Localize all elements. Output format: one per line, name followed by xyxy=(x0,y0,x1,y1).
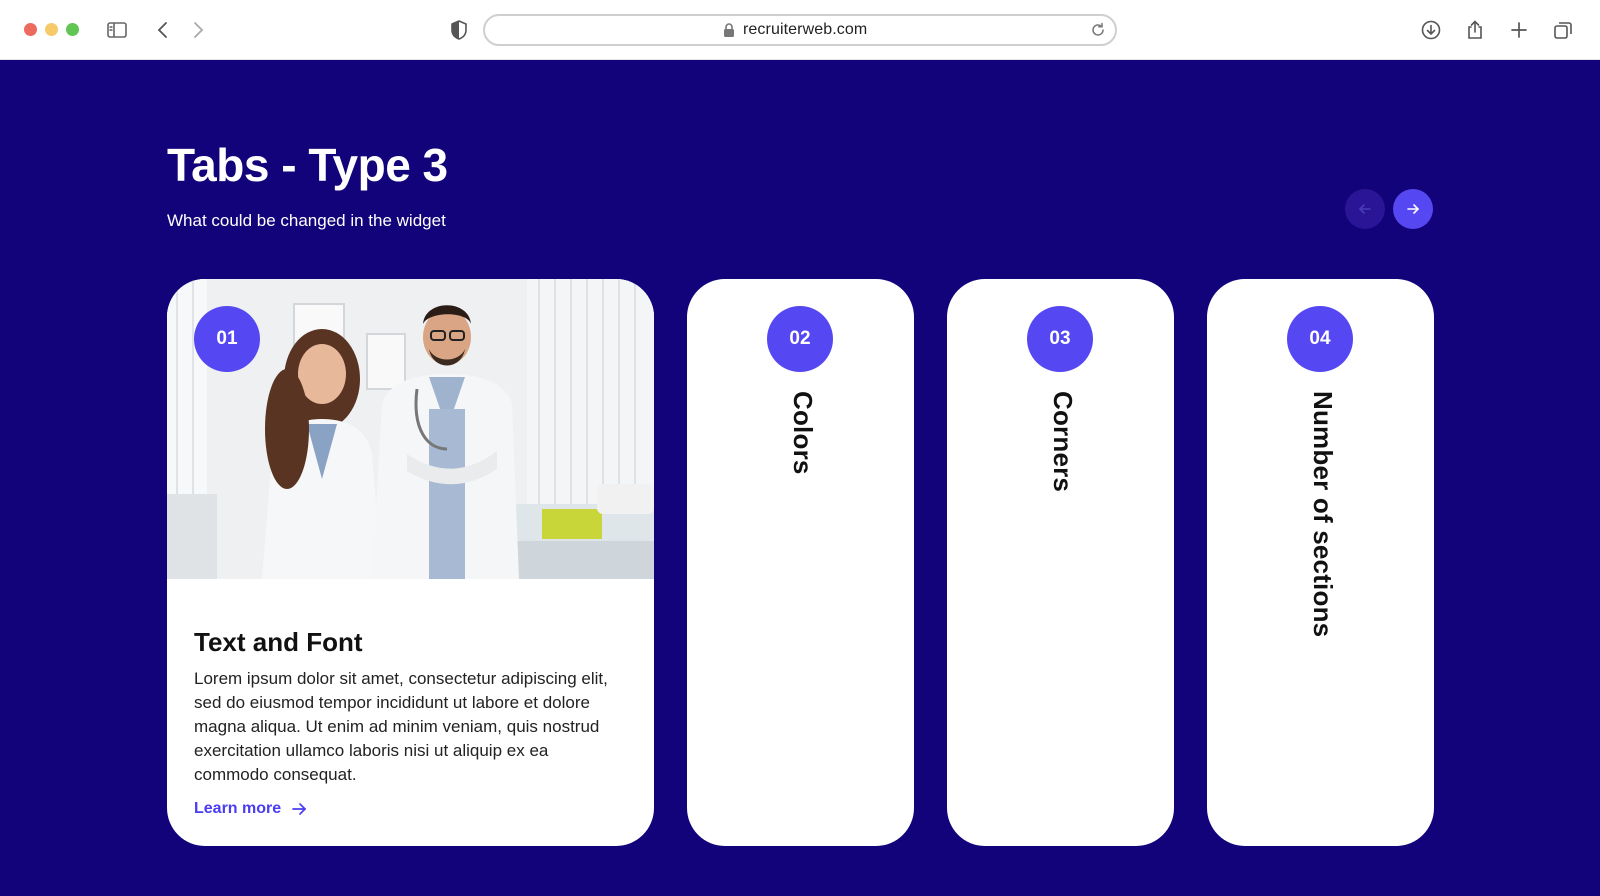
learn-more-link[interactable]: Learn more xyxy=(194,800,307,818)
arrow-right-icon xyxy=(292,803,307,815)
tab-card-number-of-sections[interactable]: 04 Number of sections xyxy=(1207,279,1434,846)
learn-more-label: Learn more xyxy=(194,800,282,817)
new-tab-icon[interactable] xyxy=(1506,17,1532,43)
tab-card-corners[interactable]: 03 Corners xyxy=(947,279,1174,846)
arrow-left-icon xyxy=(1358,204,1371,214)
reload-icon[interactable] xyxy=(1089,21,1107,39)
arrow-right-icon xyxy=(1407,204,1420,214)
tab-label-corners: Corners xyxy=(1048,391,1078,493)
tab-card-text-and-font[interactable]: 01 Text and Font Lorem ipsum dolor sit a… xyxy=(167,279,654,846)
section-title: Tabs - Type 3 xyxy=(167,139,448,191)
tab-number-badge-03: 03 xyxy=(1027,306,1093,372)
maximize-window-button[interactable] xyxy=(66,23,79,36)
previous-button[interactable] xyxy=(1345,189,1385,229)
lock-icon xyxy=(724,23,734,37)
tab-heading: Text and Font xyxy=(194,627,363,657)
close-window-button[interactable] xyxy=(24,23,37,36)
minimize-window-button[interactable] xyxy=(45,23,58,36)
tab-number-badge-04: 04 xyxy=(1287,306,1353,372)
url-text: recruiterweb.com xyxy=(743,21,868,38)
tab-card-colors[interactable]: 02 Colors xyxy=(687,279,914,846)
tab-number-badge-01: 01 xyxy=(194,306,260,372)
next-button[interactable] xyxy=(1393,189,1433,229)
section-subtitle: What could be changed in the widget xyxy=(167,211,446,230)
browser-toolbar: recruiterweb.com xyxy=(0,0,1600,60)
sidebar-toggle-icon[interactable] xyxy=(104,17,130,43)
tab-label-colors: Colors xyxy=(788,391,818,475)
share-icon[interactable] xyxy=(1462,17,1488,43)
tab-number-badge-02: 02 xyxy=(767,306,833,372)
tabs-widget-section: Tabs - Type 3 What could be changed in t… xyxy=(0,60,1600,896)
tab-overview-icon[interactable] xyxy=(1550,17,1576,43)
address-bar[interactable]: recruiterweb.com xyxy=(483,14,1117,46)
forward-icon[interactable] xyxy=(185,17,211,43)
privacy-shield-icon[interactable] xyxy=(446,17,472,43)
tab-label-number-of-sections: Number of sections xyxy=(1308,391,1338,638)
download-icon[interactable] xyxy=(1418,17,1444,43)
tab-description: Lorem ipsum dolor sit amet, consectetur … xyxy=(194,669,608,784)
back-icon[interactable] xyxy=(150,17,176,43)
